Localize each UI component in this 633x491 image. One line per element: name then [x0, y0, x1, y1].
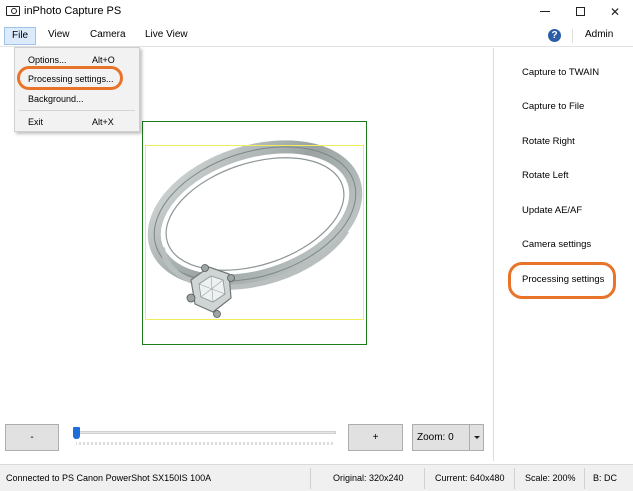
- minimize-button[interactable]: [528, 0, 562, 23]
- menu-item-background[interactable]: Background...: [15, 90, 139, 108]
- zoom-slider-ticks: [76, 442, 333, 445]
- status-separator: [584, 468, 585, 489]
- status-separator: [310, 468, 311, 489]
- zoom-out-button[interactable]: -: [5, 424, 59, 451]
- rotate-right-button[interactable]: Rotate Right: [522, 135, 575, 149]
- menu-camera-label: Camera: [90, 29, 126, 40]
- highlight-oval-menu: [17, 66, 123, 90]
- status-scale: Scale: 200%: [525, 473, 576, 483]
- menu-view[interactable]: View: [41, 27, 77, 45]
- window-title: inPhoto Capture PS: [24, 5, 122, 17]
- chevron-down-icon[interactable]: [469, 425, 483, 450]
- status-bar: Connected to PS Canon PowerShot SX150IS …: [0, 464, 633, 491]
- capture-to-twain-button[interactable]: Capture to TWAIN: [522, 66, 599, 80]
- menu-live-view[interactable]: Live View: [138, 27, 195, 45]
- close-button[interactable]: ✕: [598, 0, 632, 23]
- sidebar-divider: [493, 48, 494, 461]
- menu-item-shortcut: Alt+X: [92, 117, 114, 127]
- zoom-slider-thumb[interactable]: [73, 427, 80, 439]
- status-connection: Connected to PS Canon PowerShot SX150IS …: [6, 473, 212, 483]
- crop-frame[interactable]: [145, 145, 364, 320]
- close-icon: ✕: [609, 4, 621, 19]
- status-separator: [514, 468, 515, 489]
- zoom-select[interactable]: Zoom: 0: [412, 424, 484, 451]
- menu-item-label: Exit: [28, 117, 44, 127]
- status-bd: B: DC: [593, 473, 618, 483]
- minimize-icon: [540, 11, 550, 12]
- highlight-oval-sidebar: [508, 262, 616, 299]
- zoom-in-button[interactable]: +: [348, 424, 403, 451]
- menu-file-label: File: [12, 30, 29, 41]
- camera-settings-button[interactable]: Camera settings: [522, 238, 591, 252]
- menu-admin[interactable]: Admin: [578, 27, 620, 45]
- menu-bar: File View Camera Live View ? Admin: [0, 24, 633, 47]
- menu-separator: [572, 29, 573, 43]
- zoom-value: Zoom: 0: [417, 432, 454, 443]
- status-separator: [424, 468, 425, 489]
- maximize-button[interactable]: [563, 0, 597, 23]
- rotate-left-button[interactable]: Rotate Left: [522, 169, 568, 183]
- update-ae-af-button[interactable]: Update AE/AF: [522, 204, 582, 218]
- menu-item-label: Background...: [28, 94, 84, 104]
- maximize-icon: [575, 7, 585, 16]
- menu-file[interactable]: File: [4, 27, 37, 45]
- app-icon: [6, 6, 20, 16]
- menu-item-exit[interactable]: Exit Alt+X: [15, 113, 139, 131]
- menu-divider: [19, 110, 135, 111]
- status-current-size: Current: 640x480: [435, 473, 505, 483]
- menu-live-view-label: Live View: [145, 29, 188, 40]
- capture-to-file-button[interactable]: Capture to File: [522, 100, 584, 114]
- help-icon[interactable]: ?: [548, 29, 561, 42]
- menu-camera[interactable]: Camera: [83, 27, 133, 45]
- status-original-size: Original: 320x240: [333, 473, 404, 483]
- title-bar: inPhoto Capture PS ✕: [0, 0, 633, 23]
- menu-view-label: View: [48, 29, 70, 40]
- zoom-slider-track[interactable]: [74, 431, 336, 434]
- menu-admin-label: Admin: [585, 29, 614, 40]
